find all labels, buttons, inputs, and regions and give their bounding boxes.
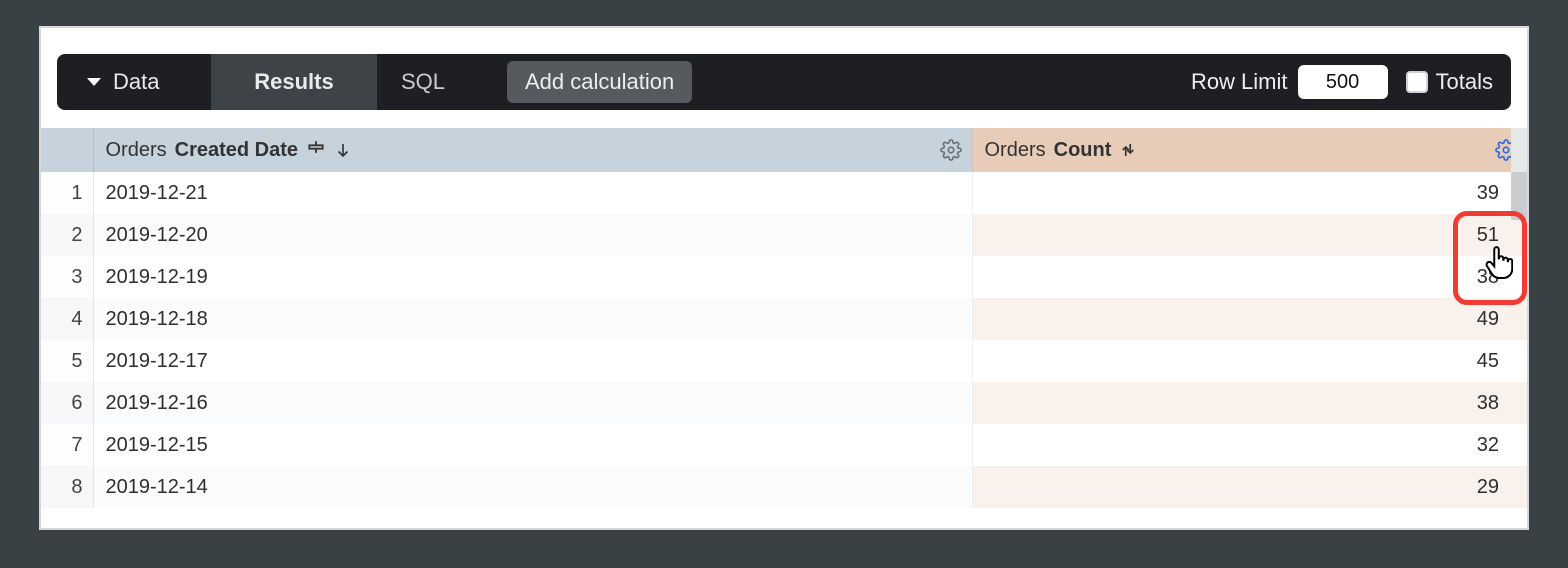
totals-checkbox[interactable] — [1406, 71, 1428, 93]
pivot-icon — [306, 137, 326, 163]
column-field: Created Date — [175, 139, 298, 162]
table-row: 62019-12-1638 — [41, 382, 1527, 424]
table-row: 72019-12-1532 — [41, 424, 1527, 466]
cell-created-date[interactable]: 2019-12-16 — [93, 382, 972, 424]
results-table: Orders Created Date — [41, 128, 1527, 508]
table-row: 32019-12-1938 — [41, 256, 1527, 298]
cell-created-date[interactable]: 2019-12-20 — [93, 214, 972, 256]
drill-icon — [1119, 141, 1137, 159]
sort-desc-icon — [334, 141, 352, 159]
results-grid: Orders Created Date — [41, 128, 1527, 508]
column-field: Count — [1054, 139, 1112, 162]
row-number: 4 — [41, 298, 93, 340]
column-group: Orders — [985, 139, 1046, 162]
row-number: 8 — [41, 466, 93, 508]
scrollbar-thumb[interactable] — [1511, 172, 1527, 220]
cell-count[interactable]: 32 — [972, 424, 1527, 466]
column-header-count[interactable]: Orders Count — [972, 128, 1527, 172]
cell-count[interactable]: 39 — [972, 172, 1527, 214]
table-row: 82019-12-1429 — [41, 466, 1527, 508]
caret-down-icon — [87, 78, 101, 86]
row-number: 2 — [41, 214, 93, 256]
cell-count[interactable]: 49 — [972, 298, 1527, 340]
cell-count[interactable]: 38 — [972, 382, 1527, 424]
cell-created-date[interactable]: 2019-12-19 — [93, 256, 972, 298]
row-number: 6 — [41, 382, 93, 424]
scrollbar-track — [1511, 128, 1527, 172]
data-toolbar: Data Results SQL Add calculation Row Lim… — [57, 54, 1511, 110]
row-num-header — [41, 128, 93, 172]
data-label: Data — [113, 69, 159, 95]
row-number: 5 — [41, 340, 93, 382]
row-limit-input[interactable] — [1298, 65, 1388, 99]
totals-label: Totals — [1436, 69, 1493, 95]
calc-wrap: Add calculation — [507, 54, 716, 110]
table-row: 12019-12-2139 — [41, 172, 1527, 214]
row-number: 3 — [41, 256, 93, 298]
data-section-toggle[interactable]: Data — [57, 54, 211, 110]
cell-count[interactable]: 45 — [972, 340, 1527, 382]
cell-created-date[interactable]: 2019-12-14 — [93, 466, 972, 508]
cell-count[interactable]: 29 — [972, 466, 1527, 508]
table-row: 22019-12-2051 — [41, 214, 1527, 256]
cell-created-date[interactable]: 2019-12-21 — [93, 172, 972, 214]
column-header-created-date[interactable]: Orders Created Date — [93, 128, 972, 172]
cell-count[interactable]: 38 — [972, 256, 1527, 298]
tab-results[interactable]: Results — [211, 54, 377, 110]
tab-sql[interactable]: SQL — [377, 54, 507, 110]
row-number: 1 — [41, 172, 93, 214]
table-row: 42019-12-1849 — [41, 298, 1527, 340]
row-number: 7 — [41, 424, 93, 466]
cell-count[interactable]: 51 — [972, 214, 1527, 256]
cell-created-date[interactable]: 2019-12-17 — [93, 340, 972, 382]
explore-panel: Data Results SQL Add calculation Row Lim… — [39, 26, 1529, 530]
cell-created-date[interactable]: 2019-12-18 — [93, 298, 972, 340]
add-calculation-button[interactable]: Add calculation — [507, 61, 692, 103]
column-group: Orders — [106, 139, 167, 162]
row-limit-label: Row Limit — [1191, 69, 1288, 95]
cell-created-date[interactable]: 2019-12-15 — [93, 424, 972, 466]
gear-icon[interactable] — [940, 139, 962, 161]
table-row: 52019-12-1745 — [41, 340, 1527, 382]
